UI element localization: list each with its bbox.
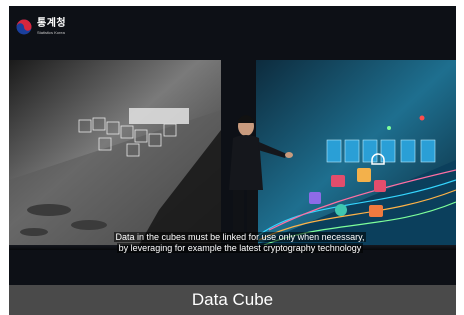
subtitle-line-2: by leveraging for example the latest cry…: [116, 243, 364, 253]
subtitle-line-1: Data in the cubes must be linked for use…: [113, 232, 367, 242]
studio-scene: [9, 60, 456, 250]
caption-bar: Data Cube: [9, 285, 456, 315]
left-grayscale-panel: [9, 60, 221, 245]
video-subtitle: Data in the cubes must be linked for use…: [85, 232, 395, 254]
video-frame: 통계청 Statistics Korea Data in the cubes m…: [9, 6, 456, 285]
taegeuk-logo-icon: [16, 19, 32, 35]
logo-name: 통계청: [37, 18, 67, 29]
right-color-panel: [256, 60, 456, 246]
statistics-korea-logo: 통계청 Statistics Korea: [16, 19, 66, 35]
logo-subtitle: Statistics Korea: [37, 30, 65, 35]
